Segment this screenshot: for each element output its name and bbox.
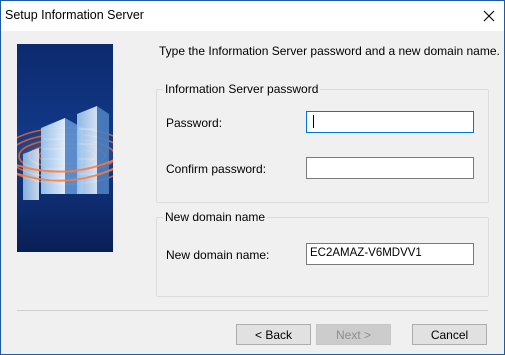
- domain-name-value: EC2AMAZ-V6MDVV1: [310, 247, 422, 259]
- domain-name-field[interactable]: EC2AMAZ-V6MDVV1: [306, 243, 474, 265]
- domain-group-title: New domain name: [163, 210, 268, 224]
- password-label: Password:: [166, 116, 223, 130]
- next-button[interactable]: Next >: [316, 324, 391, 345]
- confirm-password-label: Confirm password:: [166, 162, 267, 176]
- back-button[interactable]: < Back: [236, 324, 311, 345]
- text-caret: [313, 115, 314, 128]
- password-group-title: Information Server password: [163, 82, 321, 96]
- button-divider: [17, 310, 488, 311]
- setup-dialog: Setup Information Server Type the Inform…: [0, 0, 505, 355]
- domain-name-label: New domain name:: [166, 248, 270, 262]
- password-field[interactable]: [306, 111, 474, 133]
- title-bar: Setup Information Server: [1, 1, 504, 31]
- setup-banner-image: [17, 44, 113, 252]
- password-group: Information Server password: [156, 82, 489, 203]
- instruction-text: Type the Information Server password and…: [159, 44, 500, 58]
- cancel-button[interactable]: Cancel: [412, 324, 487, 345]
- confirm-password-field[interactable]: [306, 157, 474, 179]
- window-title: Setup Information Server: [5, 8, 144, 22]
- close-icon[interactable]: [474, 1, 504, 31]
